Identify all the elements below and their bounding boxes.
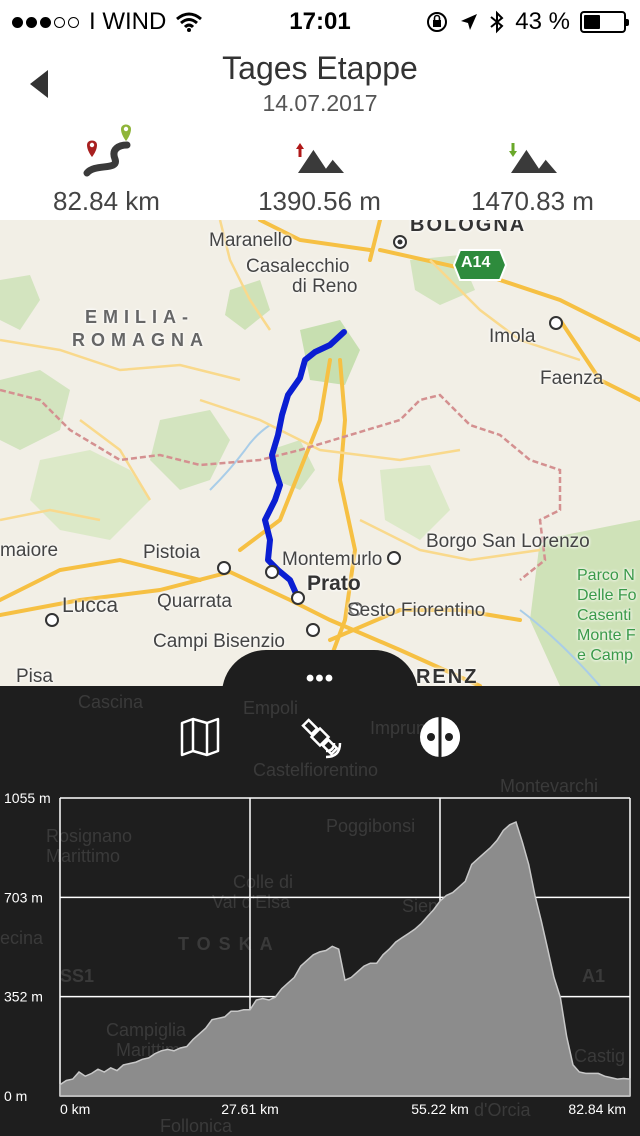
map-label: Imola: [489, 326, 536, 347]
elevation-chart[interactable]: 1055 m 703 m 352 m 0 m 0 km 27.61 km 55.22 km…: [0, 786, 640, 1126]
stat-descent: 1470.83 m: [426, 122, 639, 217]
battery-percent: 43 %: [515, 8, 570, 35]
ascent-icon: [295, 143, 344, 173]
header: Tages Etappe 14.07.2017 82.84 km 1390.56…: [0, 40, 640, 220]
status-bar: I WIND 17:01 43 %: [0, 0, 640, 40]
y-tick-label: 352 m: [4, 989, 43, 1005]
page-date: 14.07.2017: [262, 90, 378, 116]
map-label: Quarrata: [157, 591, 232, 612]
map-label: Monte F: [577, 627, 636, 644]
page-title: Tages Etappe: [222, 50, 418, 86]
x-tick-label: 55.22 km: [411, 1101, 469, 1117]
map-label: ROMAGNA: [72, 330, 209, 350]
tab-satellite[interactable]: [295, 712, 345, 762]
route-icon: [83, 124, 131, 177]
elevation-area: [59, 820, 631, 1097]
map-label: BOLOGNA: [410, 220, 527, 236]
ascent-value: 1390.56 m: [258, 186, 381, 216]
app-root: I WIND 17:01 43 % Tages Etappe 14.07.201…: [0, 0, 640, 1136]
bluetooth-icon: [490, 10, 504, 34]
ghost-map-label: Cascina: [78, 692, 144, 712]
y-tick-label: 703 m: [4, 889, 43, 905]
map-label: Delle Fo: [577, 587, 637, 604]
rotation-lock-icon: [427, 12, 448, 32]
descent-icon: [508, 143, 557, 173]
x-tick-label: 0 km: [60, 1101, 90, 1117]
map-label: Casalecchio: [246, 256, 350, 277]
map-label: Lucca: [62, 594, 119, 617]
more-icon[interactable]: •••: [0, 665, 640, 693]
map-label: maiore: [0, 540, 59, 561]
y-tick-label: 1055 m: [4, 790, 51, 806]
map-label: Prato: [307, 572, 361, 595]
map-label: EMILIA-: [85, 307, 194, 327]
stat-distance: 82.84 km: [0, 122, 213, 217]
highway-label: A14: [461, 254, 491, 271]
status-right: 43 %: [425, 8, 629, 36]
y-tick-label: 0 m: [4, 1088, 27, 1104]
battery-icon: [580, 11, 629, 33]
x-tick-label: 82.84 km: [568, 1101, 626, 1117]
satellite-icon: [301, 718, 342, 759]
map-label: Montemurlo: [282, 549, 383, 570]
stat-ascent: 1390.56 m: [213, 122, 426, 217]
map-type-tabs: [0, 712, 640, 762]
map-label: di Reno: [292, 276, 358, 297]
tab-map[interactable]: [175, 712, 225, 762]
x-tick-label: 27.61 km: [221, 1101, 279, 1117]
map-label: e Camp: [577, 647, 634, 664]
route-map[interactable]: Maranello Casalecchio di Reno BOLOGNA A1…: [0, 220, 640, 686]
ghost-map-label: Castelfiorentino: [253, 760, 379, 780]
map-label: Maranello: [209, 230, 293, 251]
map-label: Borgo San Lorenzo: [426, 531, 590, 552]
map-icon: [180, 717, 220, 757]
descent-value: 1470.83 m: [471, 186, 594, 216]
location-arrow-icon: [461, 14, 478, 30]
map-label: Pistoia: [143, 542, 201, 563]
hybrid-icon: [420, 717, 460, 757]
map-label: Parco N: [577, 567, 635, 584]
tab-hybrid[interactable]: [415, 712, 465, 762]
distance-value: 82.84 km: [53, 186, 160, 216]
map-label: Casenti: [577, 607, 632, 624]
map-label: Faenza: [540, 368, 604, 389]
map-label: Sesto Fiorentino: [347, 600, 486, 621]
